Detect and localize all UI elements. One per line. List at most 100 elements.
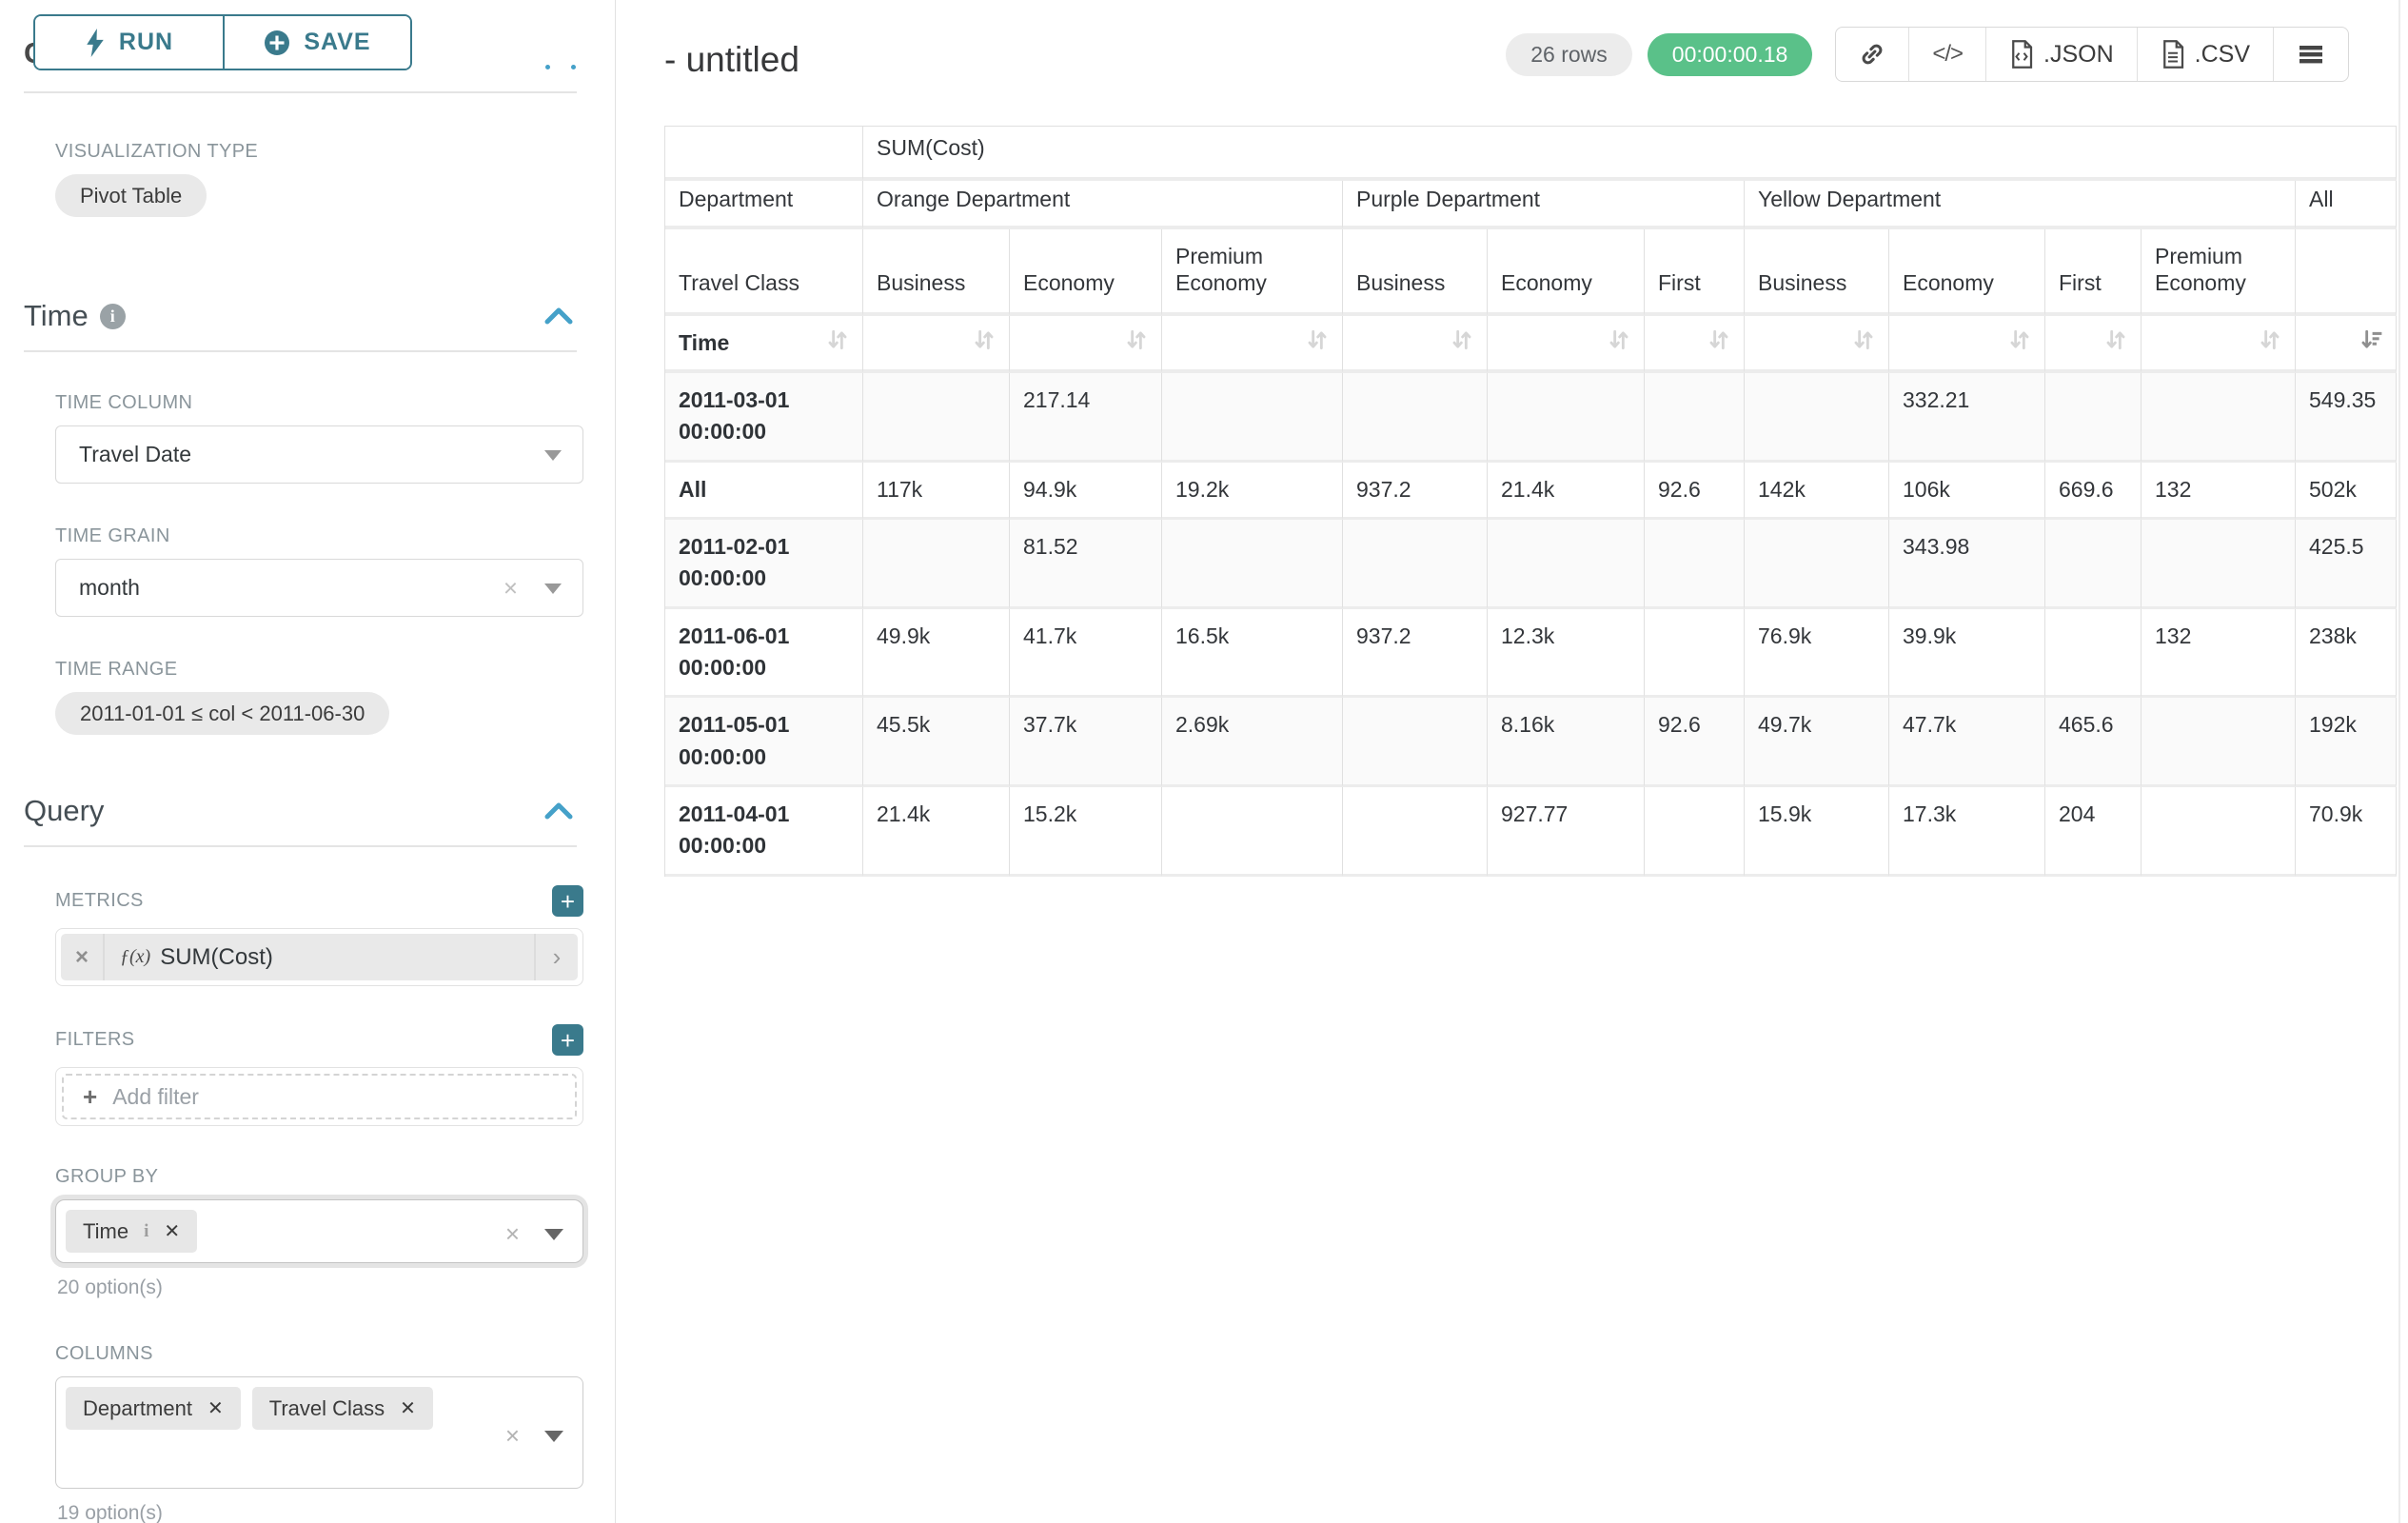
chart-title[interactable]: - untitled [664,40,799,80]
sort-toggle-icon[interactable] [1125,327,1148,358]
cell [2045,520,2142,609]
cell [863,520,1010,609]
travel-class-header-cell: Business [863,229,1010,316]
cell: 132 [2142,609,2296,699]
sort-toggle-icon[interactable] [1608,327,1630,358]
cell: 549.35 [2296,373,2397,463]
cell: 332.21 [1889,373,2045,463]
sort-toggle-icon[interactable] [1451,327,1473,358]
cell [1343,373,1488,463]
cell: 927.77 [1488,787,1645,877]
cell: 39.9k [1889,609,2045,699]
add-filter-plus-button[interactable]: + [552,1024,583,1056]
travel-class-header-row: Travel Class BusinessEconomyPremium Econ… [665,229,2397,316]
sort-toggle-icon[interactable] [1707,327,1730,358]
columns-label: COLUMNS [55,1343,615,1365]
sort-toggle-icon[interactable] [826,327,849,358]
department-header-row: Department Orange Department Purple Depa… [665,181,2397,229]
cell: 192k [2296,698,2397,787]
tag-label: Time [83,1219,128,1244]
add-filter-label: Add filter [112,1084,199,1110]
remove-tag-icon[interactable]: ✕ [400,1396,416,1420]
fx-icon: ƒ(x) [120,946,150,968]
time-grain-label: TIME GRAIN [55,525,615,547]
view-query-button[interactable]: </> [1909,28,1986,81]
group-by-select[interactable]: Time i ✕ × [55,1199,583,1263]
clear-icon[interactable]: × [503,573,518,603]
save-button[interactable]: SAVE [223,16,410,69]
sort-toggle-icon[interactable] [2104,327,2127,358]
export-json-button[interactable]: .JSON [1986,28,2138,81]
table-row: 2011-03-01 00:00:00217.14332.21549.35 [665,373,2397,463]
clear-icon[interactable]: × [505,1421,520,1451]
sort-toggle-icon[interactable] [1852,327,1875,358]
cell: 142k [1745,463,1889,520]
sortable-column-header: Time [665,316,863,373]
run-button[interactable]: RUN [35,16,223,69]
export-csv-button[interactable]: .CSV [2138,28,2274,81]
info-icon: i [144,1221,148,1242]
row-count-badge: 26 rows [1506,33,1632,76]
time-column-select[interactable]: Travel Date [55,425,583,484]
table-row: 2011-06-01 00:00:0049.9k41.7k16.5k937.21… [665,609,2397,699]
plus-circle-icon [264,30,290,56]
travel-class-header-cell: Premium Economy [1162,229,1343,316]
chevron-down-icon [544,1431,563,1442]
remove-tag-icon[interactable]: ✕ [164,1219,180,1243]
table-row: 2011-05-01 00:00:0045.5k37.7k2.69k8.16k9… [665,698,2397,787]
cell: 15.2k [1010,787,1162,877]
columns-select[interactable]: Department ✕ Travel Class ✕ × [55,1376,583,1489]
sortable-column-header [1010,316,1162,373]
cell: 49.7k [1745,698,1889,787]
info-icon: i [100,304,126,329]
metric-pill[interactable]: × ƒ(x) SUM(Cost) › [61,934,578,980]
chevron-right-icon[interactable]: › [534,934,578,980]
sortable-column-header [863,316,1010,373]
metric-name: SUM(Cost) [160,944,273,971]
cell: 81.52 [1010,520,1162,609]
scrollbar-track[interactable] [2398,0,2400,1523]
sortable-column-header [1745,316,1889,373]
column-group-header: Orange Department [863,181,1343,229]
group-by-label: GROUP BY [55,1166,615,1188]
cell [1645,609,1745,699]
add-metric-button[interactable]: + [552,885,583,917]
cell [1645,373,1745,463]
chevron-up-icon[interactable] [543,306,575,326]
remove-tag-icon[interactable]: ✕ [207,1396,224,1420]
more-menu-button[interactable] [2274,28,2348,81]
sort-toggle-icon[interactable] [973,327,996,358]
cell: 204 [2045,787,2142,877]
cell [2142,373,2296,463]
share-link-button[interactable] [1836,28,1909,81]
cell: 8.16k [1488,698,1645,787]
remove-metric-icon[interactable]: × [61,934,105,980]
cell: 92.6 [1645,463,1745,520]
sorted-column-header [2296,316,2397,373]
sort-desc-active-icon[interactable] [2359,327,2382,358]
cell: 343.98 [1889,520,2045,609]
cell: 465.6 [2045,698,2142,787]
cell: 502k [2296,463,2397,520]
table-row: 2011-04-01 00:00:0021.4k15.2k927.7715.9k… [665,787,2397,877]
sort-toggle-icon[interactable] [2008,327,2031,358]
cell [1343,787,1488,877]
viz-type-pill[interactable]: Pivot Table [55,174,207,217]
cell: 21.4k [863,787,1010,877]
cell: 94.9k [1010,463,1162,520]
row-label: 2011-02-01 00:00:00 [665,520,863,609]
chevron-up-icon[interactable] [543,801,575,821]
filters-container: + Add filter [55,1067,583,1126]
add-filter-button[interactable]: + Add filter [62,1074,577,1119]
clear-icon[interactable]: × [505,1219,520,1249]
sortable-column-header [1488,316,1645,373]
group-by-options-hint: 20 option(s) [57,1276,615,1299]
sort-toggle-icon[interactable] [1306,327,1329,358]
cell [1162,373,1343,463]
time-range-pill[interactable]: 2011-01-01 ≤ col < 2011-06-30 [55,692,389,735]
cell: 106k [1889,463,2045,520]
chevron-down-icon [544,583,562,594]
time-grain-select[interactable]: month × [55,559,583,617]
travel-class-header-cell: First [1645,229,1745,316]
sort-toggle-icon[interactable] [2259,327,2281,358]
